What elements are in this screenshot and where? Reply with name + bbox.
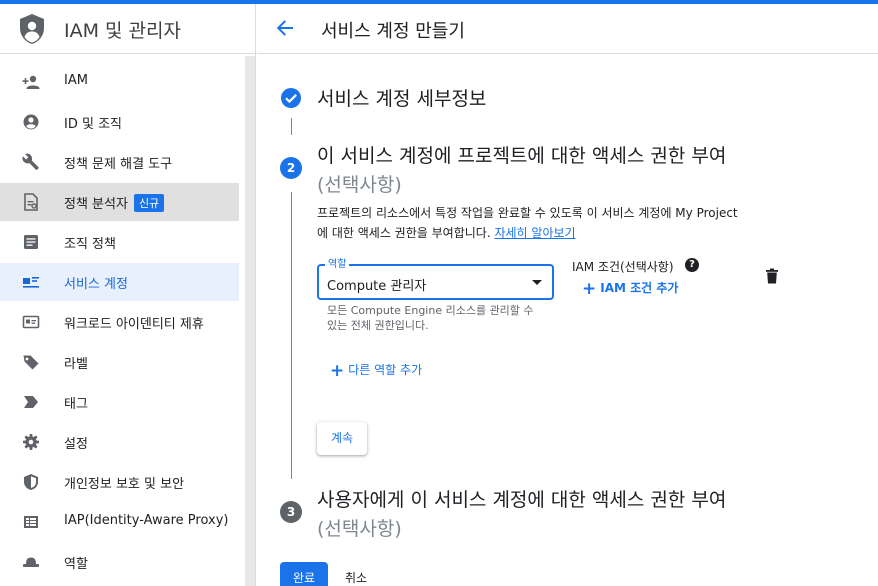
learn-more-link[interactable]: 자세히 알아보기 — [494, 226, 575, 240]
sidebar-item-workload-identity[interactable]: 워크로드 아이덴티티 제휴 — [0, 303, 239, 341]
check-circle-icon — [281, 88, 301, 108]
sidebar-item-label: IAP(Identity-Aware Proxy) — [64, 513, 229, 528]
sidebar-item-roles[interactable]: 역할 — [0, 543, 239, 581]
main-content: 서비스 계정 만들기 서비스 계정 세부정보 2 이 서비스 계정에 프로젝트에… — [257, 4, 878, 586]
cancel-button[interactable]: 취소 — [345, 562, 367, 586]
role-help-text: 모든 Compute Engine 리소스를 관리할 수 있는 전체 권한입니다… — [327, 304, 534, 332]
add-another-role-button[interactable]: + 다른 역할 추가 — [330, 361, 422, 381]
plus-icon: + — [582, 279, 597, 299]
step2-title: 이 서비스 계정에 프로젝트에 대한 액세스 권한 부여 — [317, 145, 727, 167]
iap-icon — [24, 516, 38, 528]
sidebar: IAM 및 관리자 IAM ID 및 조직 정책 문제 해결 도구 정책 분석자… — [0, 4, 256, 586]
sidebar-item-label: 정책 분석자 신규 — [64, 193, 165, 212]
list-alt-icon — [24, 235, 38, 249]
policy-document-icon — [24, 193, 38, 211]
badge-card-icon — [22, 315, 40, 329]
sidebar-item-label: ID 및 조직 — [64, 117, 122, 132]
sidebar-item-label: 정책 문제 해결 도구 — [64, 157, 173, 172]
step3-title[interactable]: 사용자에게 이 서비스 계정에 대한 액세스 권한 부여 — [317, 485, 726, 512]
arrow-back-icon[interactable] — [274, 17, 296, 39]
sidebar-item-label: 태그 — [64, 397, 88, 412]
page-header: 서비스 계정 만들기 — [257, 4, 878, 54]
sidebar-item-identity-org[interactable]: ID 및 조직 — [0, 103, 239, 141]
delete-icon[interactable] — [765, 268, 779, 284]
done-button[interactable]: 완료 — [280, 562, 328, 586]
step2-number: 2 — [280, 157, 302, 179]
sidebar-item-label: 설정 — [64, 437, 88, 452]
sidebar-item-settings[interactable]: 설정 — [0, 423, 239, 461]
step2-optional: (선택사항) — [317, 174, 402, 196]
sidebar-title: IAM 및 관리자 — [64, 20, 181, 42]
step3-optional: (선택사항) — [317, 518, 402, 540]
sidebar-item-policy-troubleshooter[interactable]: 정책 문제 해결 도구 — [0, 143, 239, 181]
sidebar-item-tags[interactable]: 태그 — [0, 383, 239, 421]
label-icon — [23, 355, 39, 370]
add-iam-condition-button[interactable]: + IAM 조건 추가 — [582, 279, 678, 299]
service-account-icon — [23, 277, 39, 288]
sidebar-item-org-policies[interactable]: 조직 정책 — [0, 223, 239, 261]
continue-button[interactable]: 계속 — [317, 422, 367, 455]
help-icon[interactable]: ? — [685, 258, 699, 272]
step1-title[interactable]: 서비스 계정 세부정보 — [317, 84, 486, 111]
step-connector — [291, 118, 292, 135]
hat-icon — [23, 557, 39, 567]
sidebar-item-label: 조직 정책 — [64, 237, 116, 252]
sidebar-item-service-accounts[interactable]: 서비스 계정 — [0, 263, 239, 301]
sidebar-item-label: 개인정보 보호 및 보안 — [64, 477, 185, 492]
sidebar-item-iam[interactable]: IAM — [0, 63, 239, 101]
person-add-icon — [22, 75, 40, 89]
page-title: 서비스 계정 만들기 — [321, 21, 465, 42]
sidebar-item-labels[interactable]: 라벨 — [0, 343, 239, 381]
sidebar-item-label: 워크로드 아이덴티티 제휴 — [64, 317, 204, 332]
gear-icon — [23, 434, 39, 450]
shield-icon — [24, 474, 38, 490]
sidebar-item-label: IAM — [64, 73, 88, 88]
sidebar-scrollbar[interactable] — [245, 56, 255, 586]
new-badge: 신규 — [133, 194, 165, 212]
iam-condition-label: IAM 조건(선택사항) — [572, 260, 674, 274]
step-connector — [291, 192, 292, 479]
sidebar-item-policy-analyzer[interactable]: 정책 분석자 신규 — [0, 183, 239, 221]
dropdown-arrow-icon — [532, 280, 542, 285]
step3-number: 3 — [280, 501, 302, 523]
role-select[interactable]: Compute 관리자 — [317, 264, 554, 300]
plus-icon: + — [330, 361, 345, 381]
sidebar-item-label: 서비스 계정 — [64, 277, 128, 292]
sidebar-item-privacy-security[interactable]: 개인정보 보호 및 보안 — [0, 463, 239, 501]
account-circle-icon — [23, 114, 39, 130]
sidebar-header: IAM 및 관리자 — [0, 4, 256, 54]
iam-shield-icon — [20, 14, 44, 44]
tag-arrow-icon — [24, 396, 38, 408]
role-select-value: Compute 관리자 — [327, 279, 427, 294]
step2-description: 프로젝트의 리소스에서 특정 작업을 완료할 수 있도록 이 서비스 계정에 M… — [317, 206, 738, 240]
role-select-label: 역할 — [325, 255, 350, 270]
sidebar-item-label: 역할 — [64, 557, 88, 572]
wrench-icon — [22, 153, 39, 170]
sidebar-item-label: 라벨 — [64, 357, 88, 372]
sidebar-item-iap[interactable]: IAP(Identity-Aware Proxy) — [0, 503, 239, 541]
